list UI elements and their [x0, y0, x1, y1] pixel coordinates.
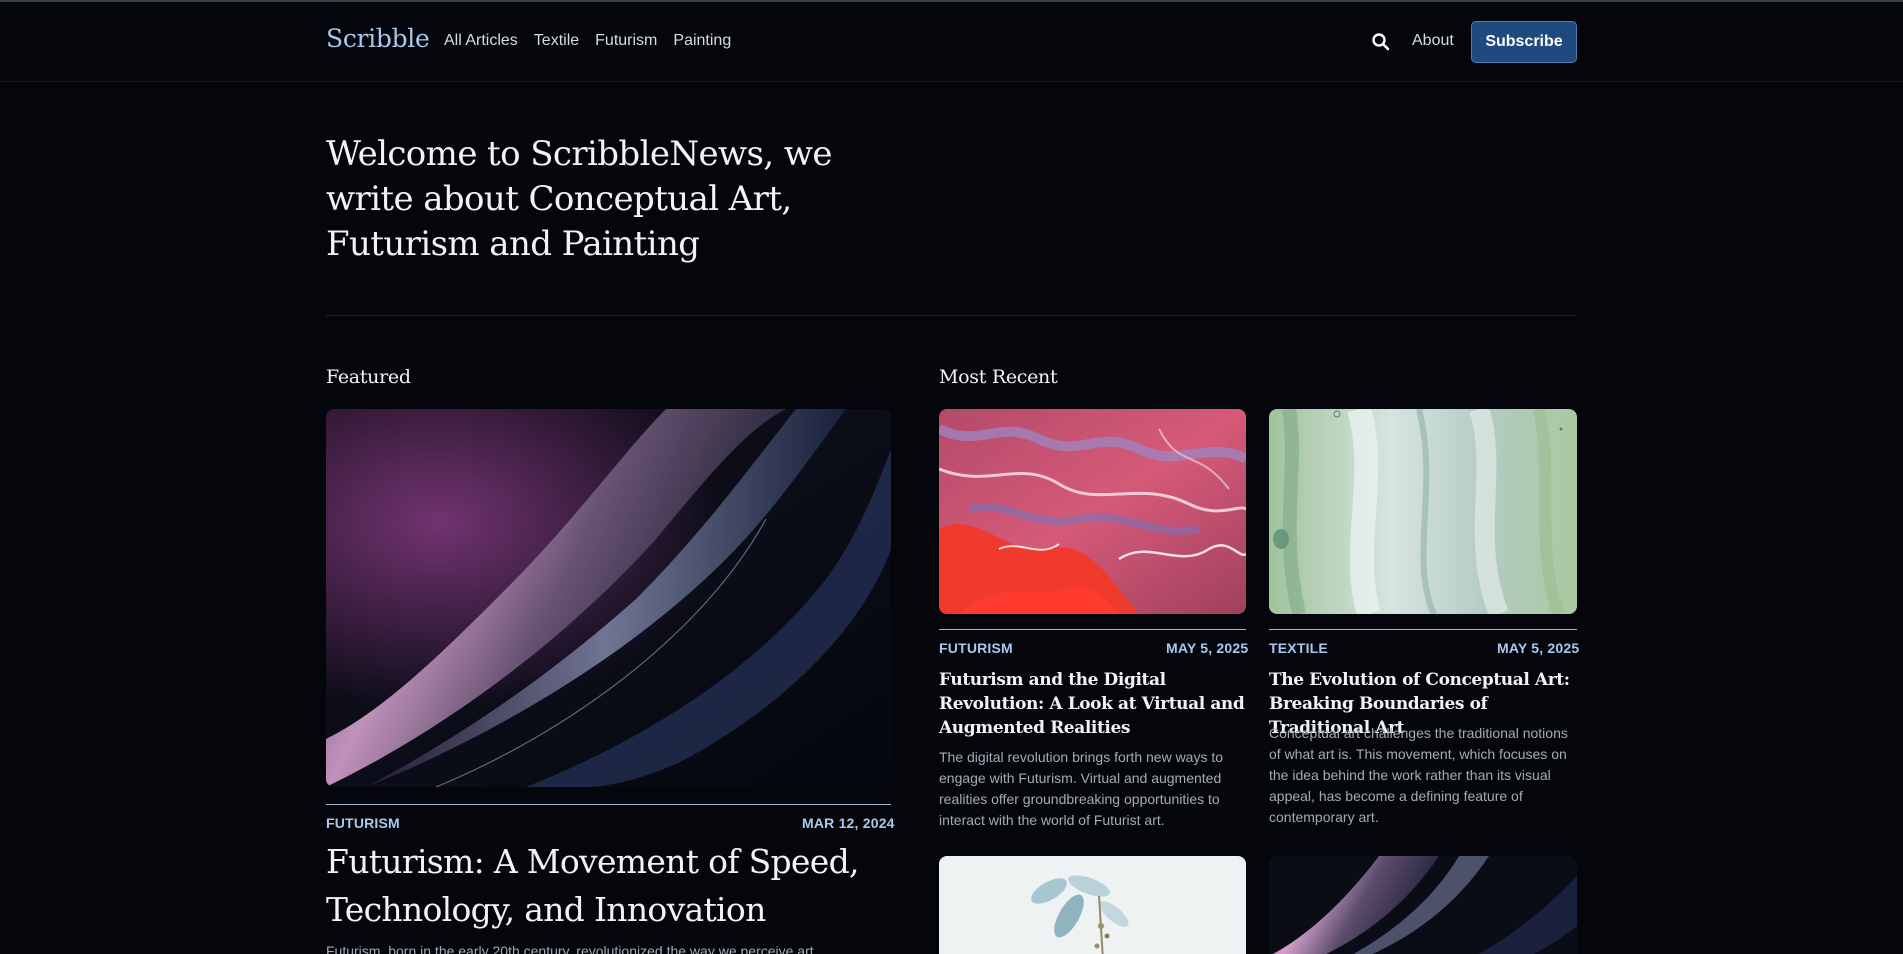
- featured-excerpt: Futurism, born in the early 20th century…: [326, 943, 826, 954]
- recent-card-1-category[interactable]: FUTURISM: [939, 640, 1013, 656]
- recent-card-1-date: MAY 5, 2025: [1166, 640, 1249, 656]
- featured-image[interactable]: [326, 409, 891, 787]
- recent-card-1-excerpt: The digital revolution brings forth new …: [939, 749, 1224, 828]
- recent-card-2-excerpt: Conceptual art challenges the traditiona…: [1269, 725, 1568, 825]
- featured-meta-rule: [326, 804, 891, 805]
- nav-painting[interactable]: Painting: [673, 32, 731, 50]
- featured-category[interactable]: FUTURISM: [326, 815, 400, 831]
- featured-title[interactable]: Futurism: A Movement of Speed, Technolog…: [326, 838, 896, 934]
- nav-futurism[interactable]: Futurism: [595, 32, 657, 50]
- recent-card-1-title[interactable]: Futurism and the Digital Revolution: A L…: [939, 668, 1249, 740]
- site-header: Scribble All Articles Textile Futurism P…: [0, 2, 1903, 82]
- subscribe-button[interactable]: Subscribe: [1471, 21, 1577, 63]
- nav-all-articles[interactable]: All Articles: [444, 32, 518, 50]
- featured-date: MAR 12, 2024: [802, 815, 895, 831]
- recent-card-1-meta-rule: [939, 629, 1246, 630]
- search-icon[interactable]: [1371, 32, 1391, 52]
- recent-card-2-category[interactable]: TEXTILE: [1269, 640, 1328, 656]
- recent-card-2-date: MAY 5, 2025: [1497, 640, 1580, 656]
- recent-card-2-meta-rule: [1269, 629, 1577, 630]
- recent-card-4-image[interactable]: [1269, 856, 1577, 954]
- hero-title: Welcome to ScribbleNews, we write about …: [326, 134, 832, 264]
- recent-card-1-image[interactable]: [939, 409, 1246, 614]
- featured-heading: Featured: [326, 366, 411, 388]
- section-divider: [326, 315, 1577, 316]
- main-nav: All Articles Textile Futurism Painting: [444, 32, 747, 50]
- recent-card-3-image[interactable]: [939, 856, 1246, 954]
- nav-about[interactable]: About: [1412, 32, 1454, 50]
- site-logo[interactable]: Scribble: [326, 24, 430, 53]
- nav-textile[interactable]: Textile: [534, 32, 579, 50]
- recent-card-2-image[interactable]: [1269, 409, 1577, 614]
- most-recent-heading: Most Recent: [939, 366, 1058, 388]
